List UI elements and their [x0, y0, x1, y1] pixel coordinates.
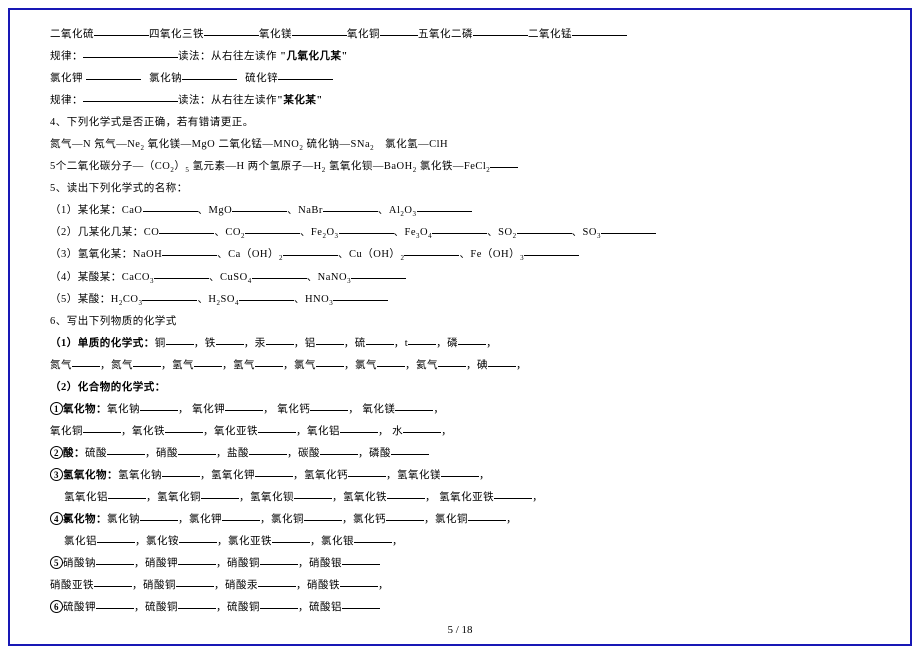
line-8: 5、读出下列化学式的名称：: [50, 178, 870, 200]
document-body: 二氧化硫四氧化三铁氧化镁氧化铜五氧化二磷二氧化锰 规律：读法：从右往左读作 "几…: [50, 24, 870, 619]
line-6: 氮气—N 氖气—Ne2 氧化镁—MgO 二氧化锰—MNO2 硫化钠—SNa2 氯…: [50, 134, 870, 156]
line-3: 氯化钾 氯化钠硫化锌: [50, 68, 870, 90]
line-18: 1氧化物：氧化钠， 氧化钾， 氧化钙， 氧化镁，: [50, 399, 870, 421]
line-27: 6硫酸钾，硫酸铜，硫酸铜，硫酸铝: [50, 597, 870, 619]
line-14: 6、写出下列物质的化学式: [50, 311, 870, 333]
line-17: （2）化合物的化学式：: [50, 377, 870, 399]
line-9: （1）某化某：CaO、MgO、NaBr、Al2O3: [50, 200, 870, 222]
line-19: 氧化铜，氧化铁，氧化亚铁，氧化铝， 水，: [50, 421, 870, 443]
line-10: （2）几某化几某：CO、CO2、Fe2O3、Fe3O4、SO2、SO3: [50, 222, 870, 244]
line-5: 4、下列化学式是否正确，若有错请更正。: [50, 112, 870, 134]
line-12: （4）某酸某：CaCO3、CuSO4、NaNO3: [50, 267, 870, 289]
line-4: 规律：读法：从右往左读作"某化某": [50, 90, 870, 112]
line-11: （3）氢氧化某：NaOH、Ca（OH）2、Cu（OH）2、Fe（OH）3: [50, 244, 870, 266]
line-13: （5）某酸：H2CO3、H2SO4、HNO3: [50, 289, 870, 311]
line-1: 二氧化硫四氧化三铁氧化镁氧化铜五氧化二磷二氧化锰: [50, 24, 870, 46]
line-15: （1）单质的化学式：铜，铁，汞，铝，硫，t，磷，: [50, 333, 870, 355]
line-20: 2酸：硫酸，硝酸，盐酸，碳酸，磷酸: [50, 443, 870, 465]
line-21: 3氢氧化物：氢氧化钠，氢氧化钾，氢氧化钙，氢氧化镁，: [50, 465, 870, 487]
page-footer: 5 / 18: [0, 624, 920, 636]
line-16: 氮气，氮气，氢气，氢气，氯气，氯气，氦气，碘，: [50, 355, 870, 377]
line-7: 5个二氧化碳分子—（CO2）5 氢元素—H 两个氢原子—H2 氢氧化钡—BaOH…: [50, 156, 870, 178]
line-2: 规律：读法：从右往左读作 "几氧化几某": [50, 46, 870, 68]
line-25: 5硝酸钠，硝酸钾，硝酸铜，硝酸银: [50, 553, 870, 575]
line-23: 4氯化物：氯化钠，氯化钾，氯化铜，氯化钙，氯化铜，: [50, 509, 870, 531]
line-26: 硝酸亚铁，硝酸铜，硝酸汞，硝酸铁，: [50, 575, 870, 597]
line-22: 氢氧化铝，氢氧化铜，氢氧化钡，氢氧化铁， 氢氧化亚铁，: [50, 487, 870, 509]
line-24: 氯化铝，氯化铵，氯化亚铁，氯化银，: [50, 531, 870, 553]
